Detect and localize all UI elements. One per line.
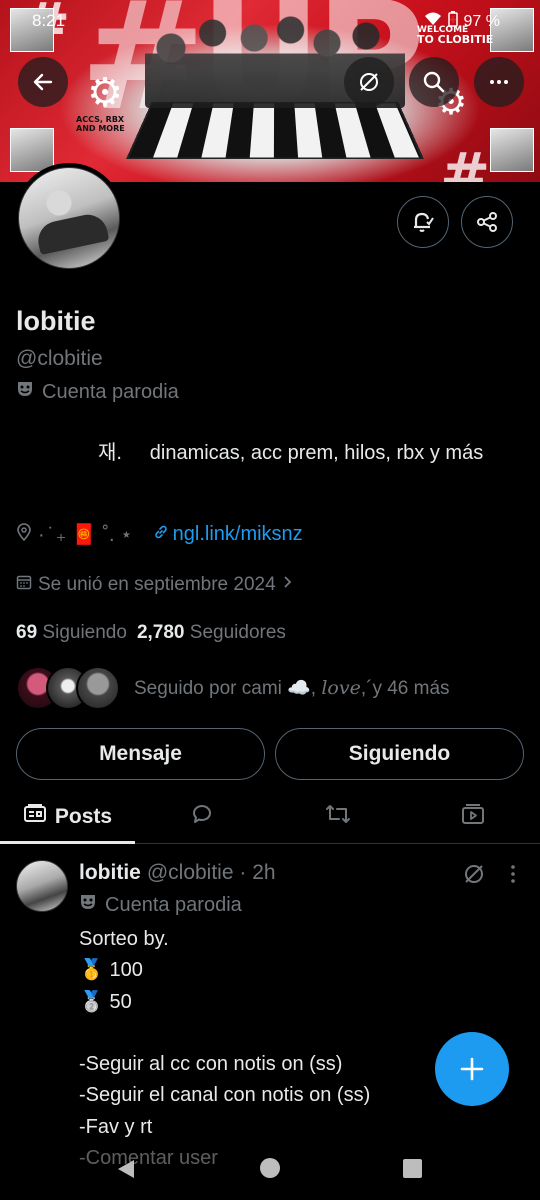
more-options-button[interactable] [474, 57, 524, 107]
profile-location: · ̇ ₊ 🧧 ˚. ⋆ [38, 524, 133, 546]
post-more-button[interactable] [506, 862, 520, 891]
arrow-left-icon [33, 73, 53, 91]
profile-link[interactable]: ngl.link/miksnz [153, 523, 303, 546]
compose-button[interactable] [435, 1032, 509, 1106]
following-stat[interactable]: 69 Siguiendo [16, 622, 127, 644]
grok-icon [360, 73, 378, 91]
reply-bubble-icon [190, 802, 216, 832]
follow-stats: 69 Siguiendo 2,780 Seguidores [16, 622, 286, 644]
banner-checker-table [125, 102, 425, 160]
grok-button[interactable] [344, 57, 394, 107]
battery-level: 97 % [463, 12, 500, 30]
tab-reposts[interactable] [270, 790, 405, 843]
theater-mask-icon [16, 380, 34, 404]
profile-handle: @clobitie [16, 347, 103, 370]
link-icon [153, 523, 169, 546]
banner-photo-tile [10, 128, 54, 172]
post-avatar[interactable] [16, 860, 68, 912]
theater-mask-icon [79, 893, 97, 917]
location-pin-icon [16, 522, 32, 547]
calendar-icon [16, 574, 32, 596]
banner-acc-text: ACCS, RBX AND MORE [76, 115, 125, 133]
followers-stat[interactable]: 2,780 Seguidores [137, 622, 286, 644]
post-parody-label: Cuenta parodia [79, 893, 242, 917]
gear-icon: ⚙ [87, 70, 123, 116]
post-grok-button[interactable] [462, 862, 486, 891]
parody-label: Cuenta parodia [16, 380, 179, 404]
tab-posts[interactable]: Posts [0, 790, 135, 844]
followed-by-text: Seguido por cami ☁️, love,´y 46 más [134, 677, 450, 699]
back-button[interactable] [18, 57, 68, 107]
chevron-right-icon [282, 574, 294, 596]
profile-joined[interactable]: Se unió en septiembre 2024 [16, 574, 294, 596]
plus-icon [460, 1057, 484, 1081]
status-icons: 97 % [424, 11, 500, 32]
vertical-dots-icon [511, 865, 515, 883]
profile-meta-row: · ̇ ₊ 🧧 ˚. ⋆ ngl.link/miksnz [16, 522, 303, 547]
profile-avatar[interactable] [14, 163, 124, 273]
share-icon [477, 212, 497, 232]
status-time: 8:21 [32, 11, 66, 30]
banner-decor-hash: # [440, 140, 491, 182]
message-button[interactable]: Mensaje [16, 728, 265, 780]
banner-photo-tile [490, 128, 534, 172]
posts-icon [23, 803, 47, 831]
followed-by-row[interactable]: Seguido por cami ☁️, love,´y 46 más [16, 666, 450, 710]
search-icon [423, 71, 445, 93]
repost-icon [324, 802, 352, 832]
avatar [76, 666, 120, 710]
post-author-name[interactable]: lobitie [79, 861, 141, 885]
status-bar: 8:21 97 % [0, 8, 540, 32]
search-button[interactable] [409, 57, 459, 107]
wifi-icon [424, 11, 442, 32]
notifications-button[interactable] [397, 196, 449, 248]
bio-text: dinamicas, acc prem, hilos, rbx y más [149, 442, 484, 464]
tab-media[interactable] [405, 790, 540, 843]
profile-display-name: lobitie [16, 306, 96, 336]
more-dots-icon [490, 80, 508, 84]
video-icon [460, 802, 486, 832]
tab-replies[interactable] [135, 790, 270, 843]
bio-prefix: 재. [98, 442, 122, 464]
post-header: lobitie @clobitie · 2h [79, 861, 276, 885]
profile-tabs: Posts [0, 790, 540, 844]
battery-saver-icon [447, 11, 458, 32]
post-handle-time: @clobitie · 2h [146, 861, 276, 884]
following-button[interactable]: Siguiendo [275, 728, 524, 780]
system-back-button[interactable] [116, 1158, 136, 1185]
system-home-button[interactable] [260, 1158, 280, 1178]
grok-icon [465, 865, 483, 883]
system-recents-button[interactable] [403, 1159, 422, 1178]
bell-check-icon [414, 212, 434, 232]
share-button[interactable] [461, 196, 513, 248]
profile-bio: 재. dinamicas, acc prem, hilos, rbx y más [16, 436, 516, 470]
triangle-back-icon [118, 1160, 134, 1178]
